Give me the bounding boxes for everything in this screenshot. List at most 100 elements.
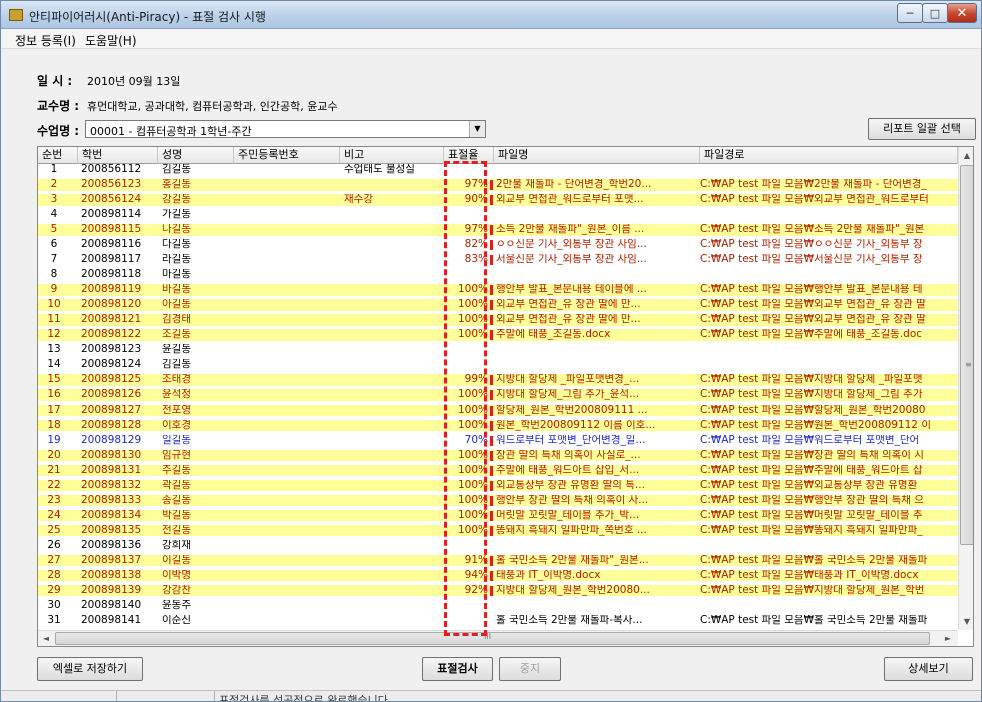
cell-path: C:₩AP test 파일 모음₩지방대 할당제_원본_학번 (700, 584, 925, 596)
cell-note (344, 179, 442, 191)
header-filepath[interactable]: 파일경로 (700, 147, 958, 164)
cell-file: 행안부 장관 딸의 특채 의혹이 사... (496, 494, 649, 506)
table-row[interactable]: 31 200898141 이순신 홀 국민소득 2만불 재돌파-복사... C:₩AP … (38, 615, 958, 627)
table-row[interactable]: 20 200898130 임규현 100% 장관 딸의 특채 의혹이 사실로_... C:… (38, 449, 958, 462)
grid-rows: 1 200856112 김길동 수업태도 불성실 2 200856123 홍길동 97% 2만불… (38, 164, 958, 630)
cell-id: 200898126 (81, 389, 142, 401)
table-row[interactable]: 5 200898115 나길동 97% 소득 2만불 재돌파"_원본_이름 ... C:₩… (38, 224, 958, 236)
header-name[interactable]: 성명 (158, 147, 234, 164)
table-row[interactable]: 12 200898122 조길동 100% 주말에 태풍_조길동.docx C:₩AP t… (38, 329, 958, 341)
table-row[interactable]: 17 200898127 전포영 100% 할당제_원본_학번200809111 ...… (38, 404, 958, 417)
status-bar: 표절검사를 성공적으로 완료했습니다. (1, 690, 981, 701)
table-row[interactable]: 16 200898126 윤석정 100% 지방대 할당제_그림 추가_윤석... C:₩… (38, 389, 958, 402)
table-row[interactable]: 19 200898129 일길동 70% 워드로부터 포맷변_단어변경_일... C:₩A… (38, 435, 958, 447)
table-row[interactable]: 13 200898123 윤길동 (38, 344, 958, 356)
table-row[interactable]: 11 200898121 김경태 100% 외교부 면접관_유 장관 딸에 만... C:… (38, 314, 958, 326)
cell-jumin (236, 570, 336, 582)
horizontal-scrollbar[interactable]: ◄ III ► (38, 630, 958, 646)
minimize-button[interactable]: ─ (897, 3, 923, 23)
menu-help[interactable]: 도움말(H) (85, 32, 137, 49)
table-row[interactable]: 4 200898114 가길동 (38, 209, 958, 221)
table-row[interactable]: 26 200898136 강희재 (38, 540, 958, 552)
table-row[interactable]: 14 200898124 김길동 (38, 359, 958, 371)
header-plagiarism-rate[interactable]: 표절율 (444, 147, 494, 164)
table-row[interactable]: 27 200898137 이길동 91% 홀 국민소득 2만불 재돌파"_원본... C:… (38, 554, 958, 567)
cell-id: 200898124 (81, 359, 142, 371)
maximize-button[interactable]: □ (922, 3, 948, 23)
cell-path (700, 269, 958, 281)
header-filename[interactable]: 파일명 (494, 147, 700, 164)
select-all-reports-button[interactable]: 리포트 일괄 선택 (868, 118, 976, 140)
table-row[interactable]: 9 200898119 바길동 100% 행안부 발표_본문내용 테이블에 ... C:₩… (38, 284, 958, 296)
stop-button[interactable]: 중지 (499, 657, 561, 681)
cell-id: 200898132 (81, 479, 142, 491)
rate-marker (490, 405, 493, 416)
cell-file: ㅇㅇ신문 기사_외통부 장관 사임... (496, 239, 647, 251)
table-row[interactable]: 2 200856123 홍길동 97% 2만불 재돌파 - 단어변경_학번20... C:… (38, 179, 958, 191)
table-row[interactable]: 10 200898120 아길동 100% 외교부 면접관_유 장관 딸에 만... C:… (38, 299, 958, 311)
header-jumin[interactable]: 주민등록번호 (234, 147, 340, 164)
cell-pct: 100% (457, 509, 488, 521)
table-row[interactable]: 23 200898133 송길동 100% 행안부 장관 딸의 특채 의혹이 사... C… (38, 494, 958, 507)
table-row[interactable]: 8 200898118 마길동 (38, 269, 958, 281)
course-select-value: 00001 - 컴퓨터공학과 1학년-주간 (90, 125, 252, 138)
horizontal-scroll-thumb[interactable]: III (55, 632, 930, 645)
scroll-down-icon[interactable]: ▼ (959, 613, 973, 630)
status-segment (1, 691, 117, 701)
chevron-down-icon[interactable]: ▼ (469, 121, 485, 137)
table-row[interactable]: 30 200898140 윤동주 (38, 600, 958, 612)
rate-marker (490, 480, 493, 491)
detail-view-button[interactable]: 상세보기 (884, 657, 973, 681)
cell-file: 외교부 면접관_워드로부터 포맷... (496, 194, 644, 206)
cell-id: 200898129 (81, 434, 142, 446)
cell-no: 12 (47, 329, 61, 341)
table-row[interactable]: 24 200898134 박길동 100% 머릿말 꼬릿말_테이블 추가_박... C:₩… (38, 509, 958, 522)
vertical-scroll-thumb[interactable]: ≡ (960, 165, 973, 545)
cell-id: 200898139 (81, 584, 142, 596)
table-row[interactable]: 18 200898128 이호경 100% 원본_학번200809112 이름 이호..… (38, 419, 958, 432)
scroll-up-icon[interactable]: ▲ (959, 147, 973, 164)
table-row[interactable]: 7 200898117 라길동 83% 서울신문 기사_외통부 장관 사임... C:₩A… (38, 254, 958, 266)
student-grid[interactable]: 순번 학번 성명 주민등록번호 비고 표절율 파일명 파일경로 1 2008561… (37, 146, 974, 647)
header-student-id[interactable]: 학번 (78, 147, 158, 164)
header-no[interactable]: 순번 (38, 147, 78, 164)
cell-file: 워드로부터 포맷변_단어변경_일... (496, 434, 646, 446)
rate-marker (490, 390, 493, 401)
table-row[interactable]: 15 200898125 조태경 99% 지방대 할당제 _파일포맷변경_... C:₩A… (38, 374, 958, 386)
cell-file: 지방대 할당제 _파일포맷변경_... (496, 374, 640, 386)
cell-no: 14 (47, 359, 61, 371)
course-select[interactable]: 00001 - 컴퓨터공학과 1학년-주간 ▼ (85, 120, 486, 138)
title-bar[interactable]: 안티파이어러시(Anti-Piracy) - 표절 검사 시행 ─ □ ✕ (1, 1, 981, 29)
table-row[interactable]: 29 200898139 강감찬 92% 지방대 할당제_원본_학번20080... C:… (38, 584, 958, 597)
status-segment (117, 691, 215, 701)
cell-jumin (236, 435, 336, 447)
cell-file (496, 359, 696, 371)
table-row[interactable]: 3 200856124 강길동 재수강 90% 외교부 면접관_워드로부터 포맷... C:… (38, 194, 958, 206)
close-button[interactable]: ✕ (947, 3, 977, 23)
table-row[interactable]: 28 200898138 이박명 94% 태풍과 IT_이박명.docx C:₩AP te… (38, 569, 958, 582)
table-row[interactable]: 1 200856112 김길동 수업태도 불성실 (38, 164, 958, 176)
cell-jumin (236, 465, 336, 477)
vertical-scrollbar[interactable]: ▲ ≡ ▼ (958, 147, 973, 630)
cell-no: 20 (47, 449, 61, 461)
cell-jumin (236, 359, 336, 371)
table-row[interactable]: 25 200898135 전길동 100% 똥돼지 흑돼지 일파만파_쪽번호 ... C:… (38, 524, 958, 537)
menu-register[interactable]: 정보 등록(I) (15, 32, 76, 49)
plagiarism-check-button[interactable]: 표절검사 (422, 657, 493, 681)
table-row[interactable]: 22 200898132 곽길동 100% 외교통상부 장관 유명환 딸의 특... C:… (38, 479, 958, 492)
rate-marker (490, 495, 493, 506)
header-note[interactable]: 비고 (340, 147, 444, 164)
rate-marker (490, 195, 493, 206)
cell-path: C:₩AP test 파일 모음₩행안부 발표_본문내용 테 (700, 284, 923, 296)
cell-name: 마길동 (162, 269, 191, 281)
table-row[interactable]: 6 200898116 다길동 82% ㅇㅇ신문 기사_외통부 장관 사임... C:₩A… (38, 239, 958, 251)
scroll-right-icon[interactable]: ► (940, 631, 956, 646)
cell-no: 7 (50, 254, 58, 266)
save-to-excel-button[interactable]: 엑셀로 저장하기 (37, 657, 143, 681)
cell-id: 200898122 (81, 329, 142, 341)
scroll-left-icon[interactable]: ◄ (38, 631, 54, 646)
table-row[interactable]: 21 200898131 주길동 100% 주말에 태풍_워드아트 삽입_서... C:₩… (38, 464, 958, 477)
rate-marker (490, 450, 493, 461)
cell-jumin (236, 209, 336, 221)
professor-value: 휴먼대학교, 공과대학, 컴퓨터공학과, 인간공학, 윤교수 (87, 100, 338, 113)
